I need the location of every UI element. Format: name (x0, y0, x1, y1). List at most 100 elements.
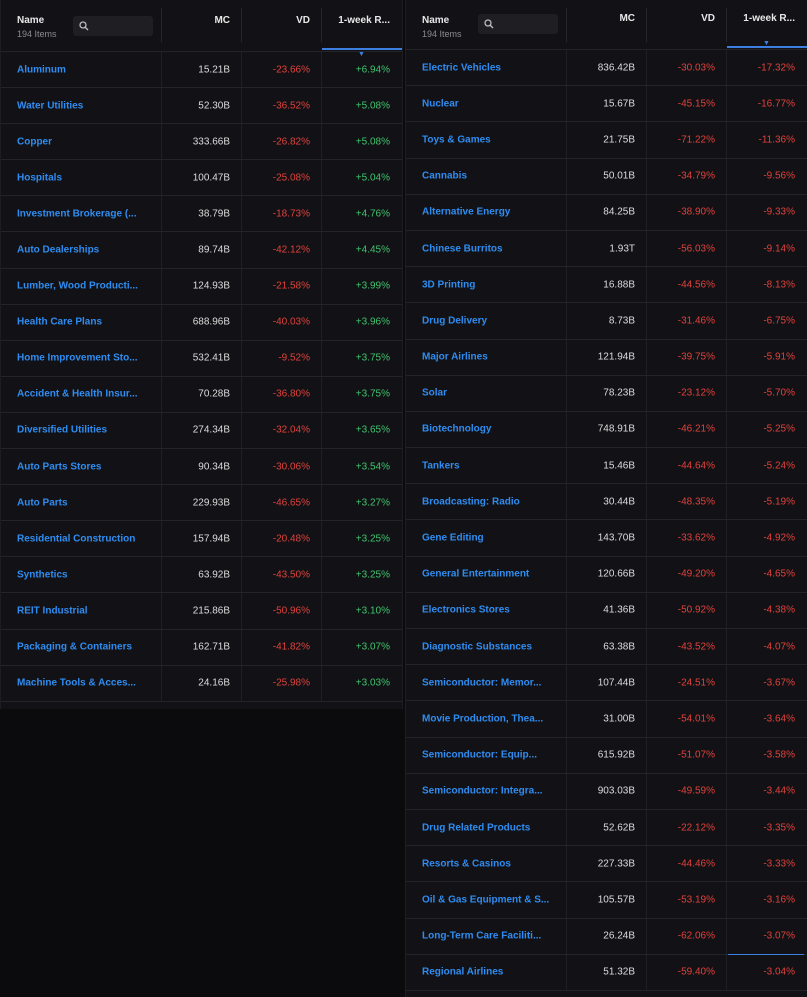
table-row[interactable]: Auto Dealerships 89.74B -42.12% +4.45% (1, 232, 402, 269)
table-row[interactable]: Electronics Stores 41.36B -50.92% -4.38% (406, 592, 807, 629)
industry-name-link[interactable]: Biotechnology (422, 424, 550, 435)
table-row[interactable]: Drug Delivery 8.73B -31.46% -6.75% (406, 303, 807, 340)
industry-name-link[interactable]: Drug Delivery (422, 315, 550, 326)
table-row[interactable]: Regional Airlines 51.32B -59.40% -3.04% (406, 954, 807, 991)
industry-name-link[interactable]: Packaging & Containers (17, 642, 145, 653)
table-row[interactable]: Home Improvement Sto... 532.41B -9.52% +3.7… (1, 340, 402, 377)
table-row[interactable]: Cannabis 50.01B -34.79% -9.56% (406, 158, 807, 195)
industry-name-link[interactable]: Major Airlines (422, 352, 550, 363)
table-row[interactable]: Gene Editing 143.70B -33.62% -4.92% (406, 520, 807, 557)
industry-name-link[interactable]: Residential Construction (17, 533, 145, 544)
column-header-vd[interactable]: VD (296, 15, 310, 26)
industry-name-link[interactable]: Auto Dealerships (17, 245, 145, 256)
market-cap-value: 15.67B (603, 98, 635, 110)
industry-name-link[interactable]: Auto Parts (17, 497, 145, 508)
table-row[interactable]: Movie Production, Thea... 31.00B -54.01% -3… (406, 701, 807, 738)
table-row[interactable]: Auto Parts Stores 90.34B -30.06% +3.54% (1, 449, 402, 486)
table-row[interactable]: Packaging & Containers 162.71B -41.82% +3.0… (1, 629, 402, 666)
table-row[interactable]: Chinese Burritos 1.93T -56.03% -9.14% (406, 230, 807, 268)
table-row[interactable]: Alternative Energy 84.25B -38.90% -9.33% (406, 194, 807, 231)
industry-name-link[interactable]: Hospitals (17, 172, 145, 183)
table-row[interactable]: General Entertainment 120.66B -49.20% -4.65… (406, 556, 807, 593)
industry-name-link[interactable]: Semiconductor: Equip... (422, 750, 550, 761)
table-row[interactable]: Major Airlines 121.94B -39.75% -5.91% (406, 339, 807, 376)
table-row[interactable]: Semiconductor: Equip... 615.92B -51.07% -3.… (406, 737, 807, 774)
column-header-mc[interactable]: MC (619, 13, 635, 24)
industry-name-link[interactable]: Drug Related Products (422, 822, 550, 833)
industry-name-link[interactable]: Diversified Utilities (17, 425, 145, 436)
industry-name-link[interactable]: Gene Editing (422, 533, 550, 544)
table-row[interactable]: Investment Brokerage (... 38.79B -18.73% +4… (1, 196, 402, 233)
industry-name-link[interactable]: Machine Tools & Acces... (17, 678, 145, 689)
industry-name-link[interactable]: Cannabis (422, 171, 550, 182)
search-icon (484, 19, 494, 29)
industry-name-link[interactable]: Regional Airlines (422, 967, 550, 978)
industry-name-link[interactable]: Semiconductor: Memor... (422, 677, 550, 688)
industry-name-link[interactable]: Solar (422, 388, 550, 399)
table-row[interactable]: Semiconductor: Memor... 107.44B -24.51% -3.… (406, 665, 807, 702)
industry-name-link[interactable]: Chinese Burritos (422, 243, 550, 254)
industry-name-link[interactable]: Investment Brokerage (... (17, 208, 145, 219)
search-input[interactable] (478, 14, 558, 34)
industry-name-link[interactable]: 3D Printing (422, 279, 550, 290)
table-row[interactable]: Nuclear 15.67B -45.15% -16.77% (406, 86, 807, 123)
industry-name-link[interactable]: Auto Parts Stores (17, 461, 145, 472)
industry-name-link[interactable]: Movie Production, Thea... (422, 713, 550, 724)
table-row[interactable]: Solar 78.23B -23.12% -5.70% (406, 375, 807, 412)
industry-name-link[interactable]: Nuclear (422, 98, 550, 109)
industry-name-link[interactable]: Copper (17, 136, 145, 147)
search-input[interactable] (73, 16, 153, 36)
table-row[interactable]: Drug Related Products 52.62B -22.12% -3.35% (406, 809, 807, 847)
table-row[interactable]: Long-Term Care Faciliti... 26.24B -62.06% -… (406, 918, 807, 955)
column-header-mc[interactable]: MC (214, 15, 230, 26)
table-row[interactable]: Broadcasting: Radio 30.44B -48.35% -5.19% (406, 484, 807, 521)
industry-name-link[interactable]: Long-Term Care Faciliti... (422, 931, 550, 942)
column-header-name[interactable]: Name (17, 15, 44, 26)
industry-name-link[interactable]: Toys & Games (422, 134, 550, 145)
industry-name-link[interactable]: General Entertainment (422, 569, 550, 580)
industry-name-link[interactable]: Lumber, Wood Producti... (17, 281, 145, 292)
industry-name-link[interactable]: Oil & Gas Equipment & S... (422, 894, 550, 905)
table-row[interactable]: Biotechnology 748.91B -46.21% -5.25% (406, 411, 807, 449)
table-row[interactable]: Oil & Gas Equipment & S... 105.57B -53.19%… (406, 882, 807, 919)
table-row[interactable]: Lumber, Wood Producti... 124.93B -21.58% +3… (1, 268, 402, 305)
table-row[interactable]: Residential Construction 157.94B -20.48% +3… (1, 521, 402, 558)
table-row[interactable]: REIT Industrial 215.86B -50.96% +3.10% (1, 593, 402, 630)
column-header-1-week-return[interactable]: 1-week R... (338, 15, 390, 26)
industry-name-link[interactable]: Aluminum (17, 64, 145, 75)
table-row[interactable]: Copper 333.66B -26.82% +5.08% (1, 124, 402, 161)
industry-name-link[interactable]: Accident & Health Insur... (17, 389, 145, 400)
table-row[interactable]: Accident & Health Insur... 70.28B -36.80% +… (1, 376, 402, 413)
column-header-vd[interactable]: VD (701, 13, 715, 24)
table-row[interactable]: Resorts & Casinos 227.33B -44.46% -3.33% (406, 846, 807, 883)
column-header-1-week-return[interactable]: 1-week R... (743, 13, 795, 24)
table-row[interactable]: Diagnostic Substances 63.38B -43.52% -4.07% (406, 629, 807, 666)
industry-name-link[interactable]: Alternative Energy (422, 207, 550, 218)
table-row[interactable]: Synthetics 63.92B -43.50% +3.25% (1, 557, 402, 594)
table-row[interactable]: 3D Printing 16.88B -44.56% -8.13% (406, 267, 807, 304)
table-row[interactable]: Toys & Games 21.75B -71.22% -11.36% (406, 122, 807, 159)
table-row[interactable]: Water Utilities 52.30B -36.52% +5.08% (1, 88, 402, 125)
industry-name-link[interactable]: Tankers (422, 460, 550, 471)
table-row[interactable]: Electric Vehicles 836.42B -30.03% -17.32% (406, 50, 807, 87)
table-row[interactable]: Semiconductor: Integra... 903.03B -49.59% -… (406, 773, 807, 810)
industry-name-link[interactable]: Semiconductor: Integra... (422, 786, 550, 797)
industry-name-link[interactable]: Broadcasting: Radio (422, 496, 550, 507)
industry-name-link[interactable]: Diagnostic Substances (422, 641, 550, 652)
industry-name-link[interactable]: Health Care Plans (17, 317, 145, 328)
table-row[interactable]: Health Care Plans 688.96B -40.03% +3.96% (1, 304, 402, 341)
table-row[interactable]: Diversified Utilities 274.34B -32.04% +3.65… (1, 412, 402, 450)
industry-name-link[interactable]: Home Improvement Sto... (17, 353, 145, 364)
industry-name-link[interactable]: Resorts & Casinos (422, 858, 550, 869)
table-row[interactable]: Hospitals 100.47B -25.08% +5.04% (1, 160, 402, 197)
column-header-name[interactable]: Name (422, 15, 449, 26)
industry-name-link[interactable]: Synthetics (17, 569, 145, 580)
industry-name-link[interactable]: REIT Industrial (17, 605, 145, 616)
industry-name-link[interactable]: Electric Vehicles (422, 62, 550, 73)
table-row[interactable]: Auto Parts 229.93B -46.65% +3.27% (1, 485, 402, 522)
table-row[interactable]: Machine Tools & Acces... 24.16B -25.98% +3.… (1, 665, 402, 702)
table-row[interactable]: Tankers 15.46B -44.64% -5.24% (406, 448, 807, 485)
table-row[interactable]: Aluminum 15.21B -23.66% +6.94% (1, 52, 402, 89)
industry-name-link[interactable]: Water Utilities (17, 100, 145, 111)
industry-name-link[interactable]: Electronics Stores (422, 605, 550, 616)
